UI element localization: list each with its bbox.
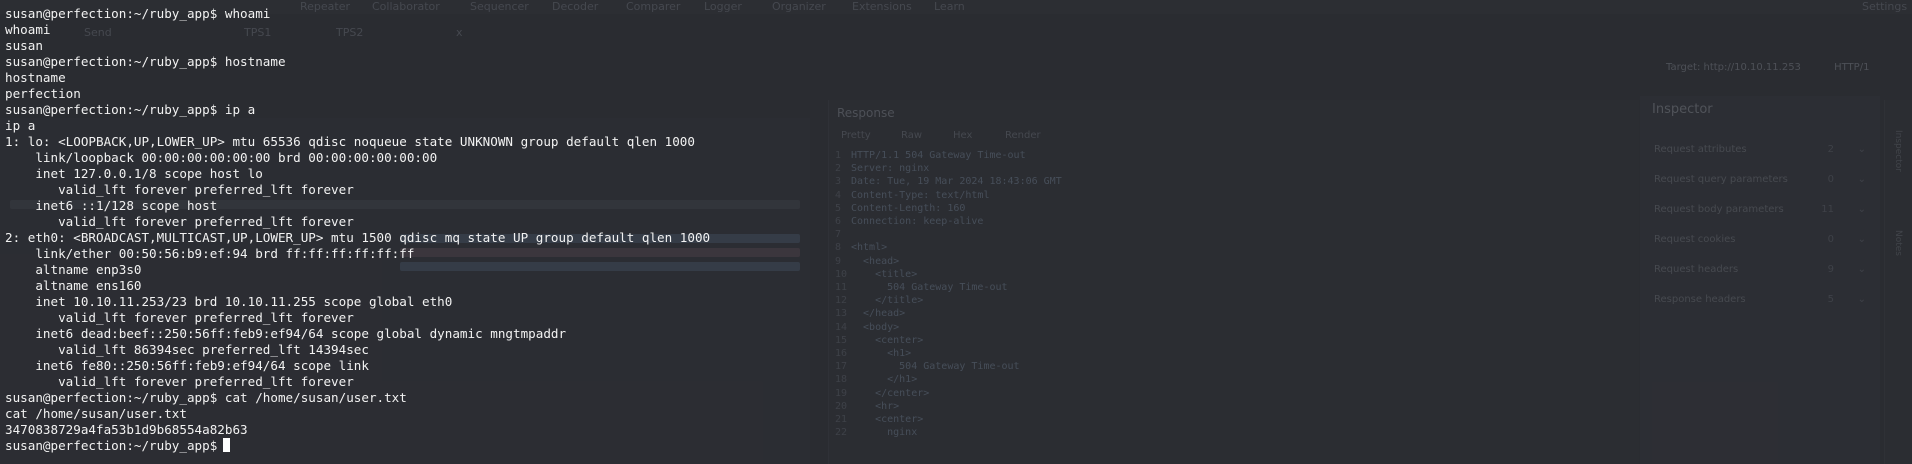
terminal-line: inet 10.10.11.253/23 brd 10.10.11.255 sc… — [5, 294, 453, 309]
terminal-line: inet6 dead:beef::250:56ff:feb9:ef94/64 s… — [5, 326, 567, 341]
terminal-line: susan@perfection:~/ruby_app$ whoami — [5, 6, 271, 21]
terminal-line: valid_lft forever preferred_lft forever — [5, 374, 354, 389]
terminal-line: ip a — [5, 118, 36, 133]
terminal-line: susan@perfection:~/ruby_app$ hostname — [5, 54, 286, 69]
terminal-line: valid_lft forever preferred_lft forever — [5, 214, 354, 229]
terminal-line: altname enp3s0 — [5, 262, 142, 277]
terminal-line: inet6 fe80::250:56ff:feb9:ef94/64 scope … — [5, 358, 369, 373]
terminal-cursor — [223, 438, 231, 452]
terminal-line: cat /home/susan/user.txt — [5, 406, 187, 421]
terminal-line: altname ens160 — [5, 278, 142, 293]
terminal-line: hostname — [5, 70, 66, 85]
terminal-prompt: susan@perfection:~/ruby_app$ — [5, 438, 218, 453]
terminal-line: susan@perfection:~/ruby_app$ ip a — [5, 102, 256, 117]
terminal-line: inet 127.0.0.1/8 scope host lo — [5, 166, 263, 181]
terminal-line: perfection — [5, 86, 81, 101]
terminal-line: whoami — [5, 22, 51, 37]
terminal-line: valid_lft forever preferred_lft forever — [5, 310, 354, 325]
terminal-line: 1: lo: <LOOPBACK,UP,LOWER_UP> mtu 65536 … — [5, 134, 695, 149]
terminal-line: valid_lft forever preferred_lft forever — [5, 182, 354, 197]
terminal-line: valid_lft 86394sec preferred_lft 14394se… — [5, 342, 369, 357]
screen: Repeater Collaborator Sequencer Decoder … — [0, 0, 1912, 464]
terminal-line: link/ether 00:50:56:b9:ef:94 brd ff:ff:f… — [5, 246, 415, 261]
terminal-output: susan@perfection:~/ruby_app$ whoami whoam… — [5, 6, 1912, 438]
terminal-window[interactable]: susan@perfection:~/ruby_app$ whoami whoam… — [0, 0, 1912, 464]
terminal-line: 2: eth0: <BROADCAST,MULTICAST,UP,LOWER_U… — [5, 230, 711, 245]
terminal-line: link/loopback 00:00:00:00:00:00 brd 00:0… — [5, 150, 438, 165]
terminal-line: susan@perfection:~/ruby_app$ cat /home/s… — [5, 390, 407, 405]
terminal-prompt-line[interactable]: susan@perfection:~/ruby_app$ — [5, 438, 1912, 454]
terminal-line: inet6 ::1/128 scope host — [5, 198, 218, 213]
terminal-line: 3470838729a4fa53b1d9b68554a82b63 — [5, 422, 248, 437]
terminal-line: susan — [5, 38, 43, 53]
